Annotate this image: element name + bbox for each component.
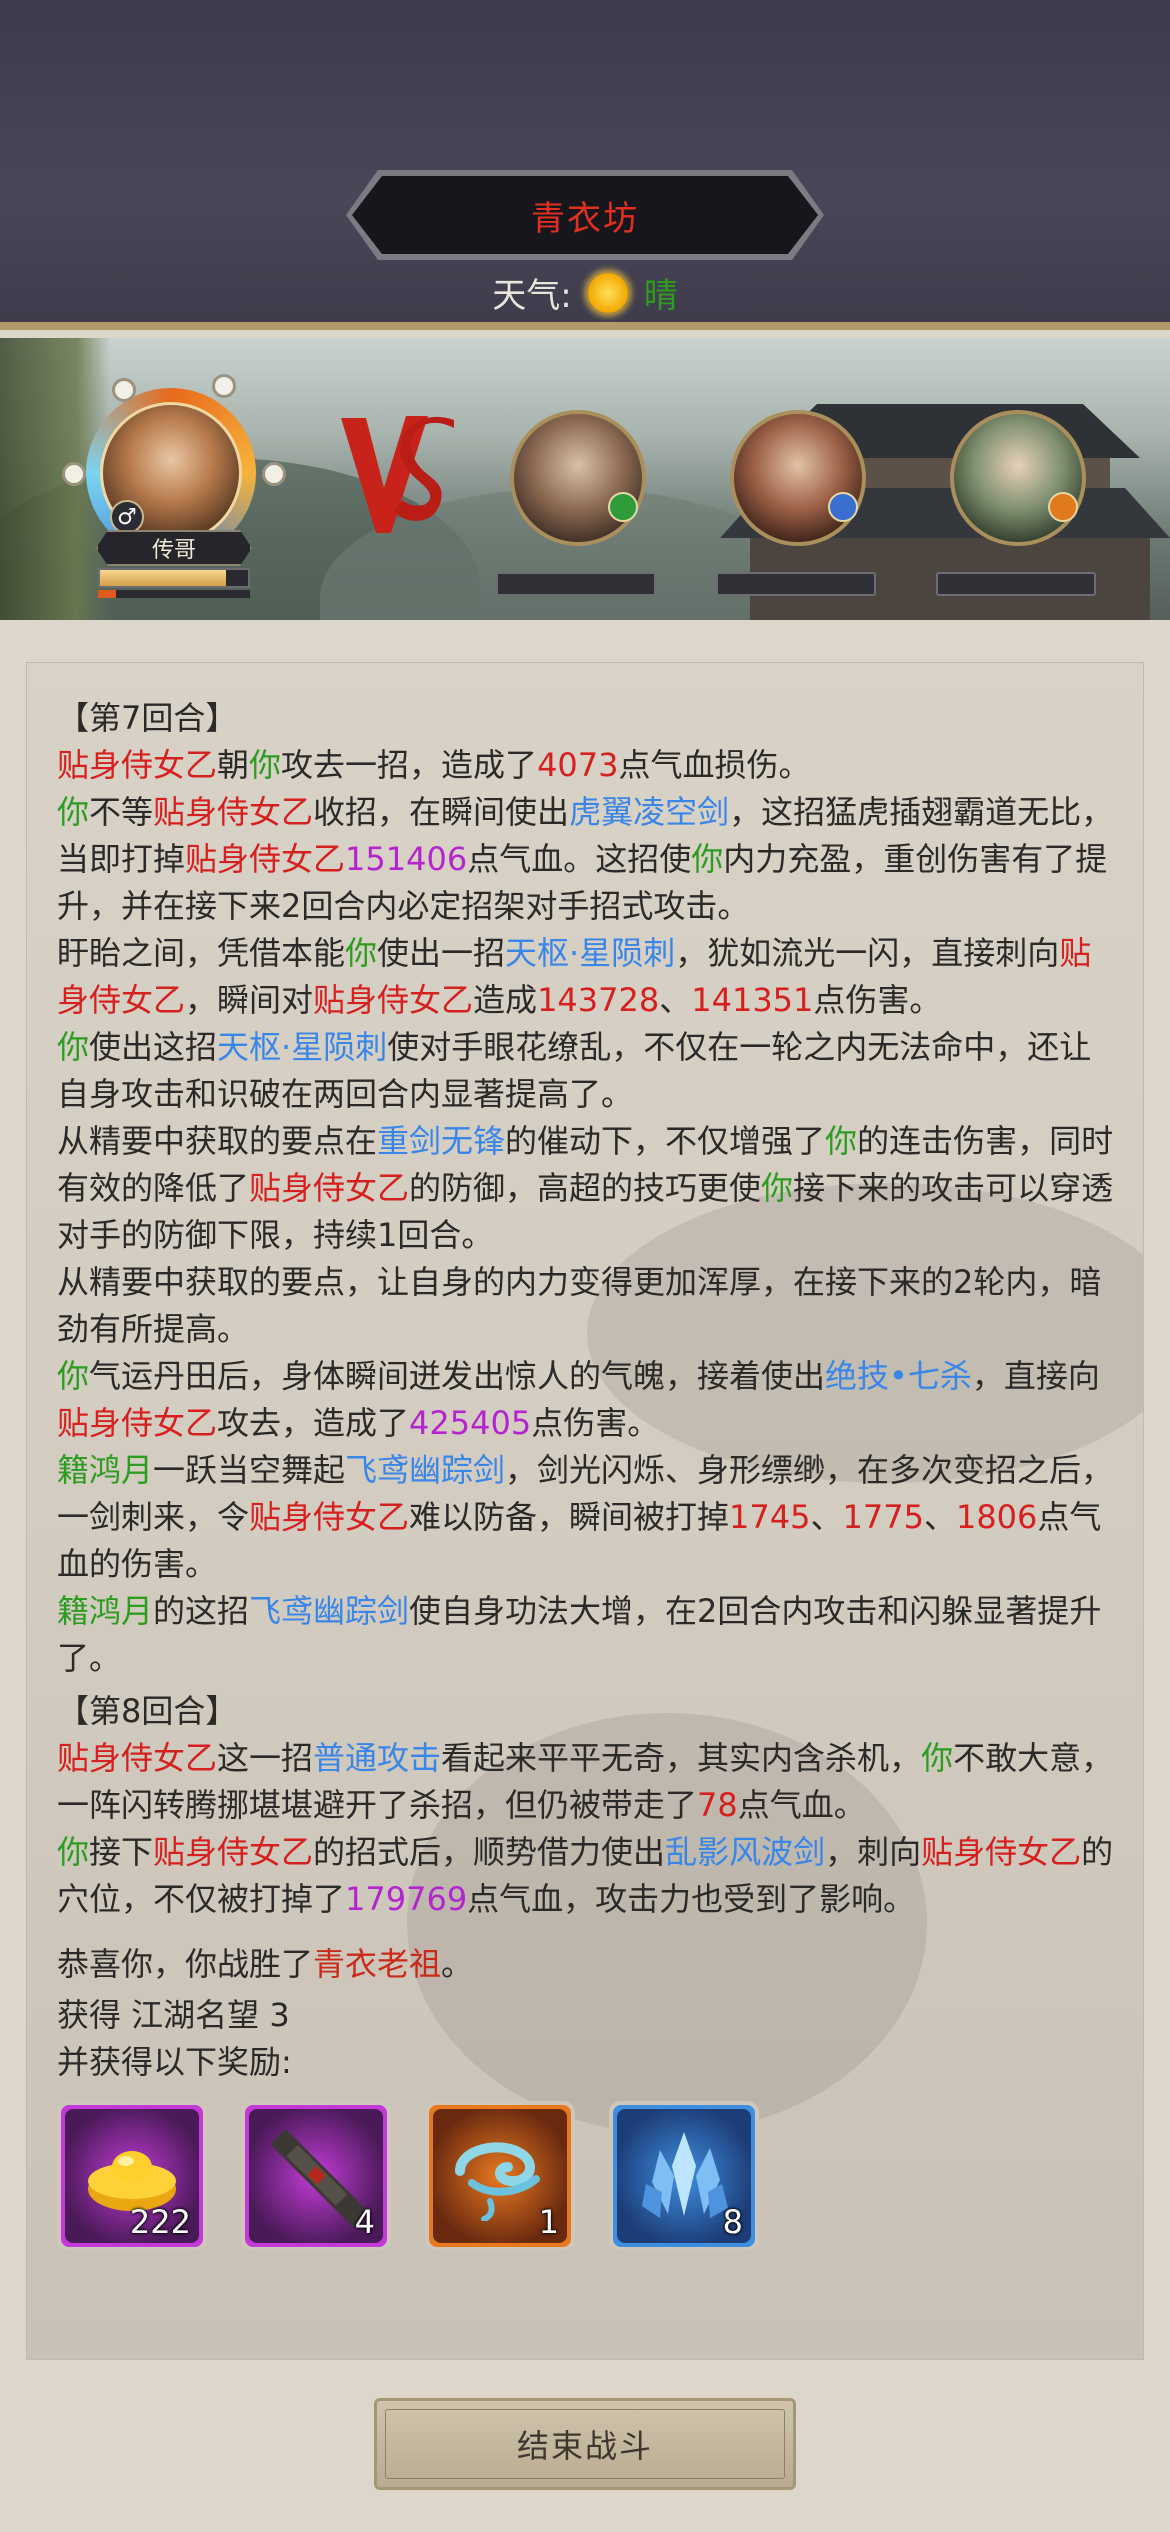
reward-item[interactable]: 8 [609,2101,759,2251]
log-entry: 贴身侍女乙朝你攻去一招，造成了4073点气血损伤。 [57,746,811,784]
enemy-class-badge-icon [608,492,638,522]
player-hp-fill [100,570,226,586]
reward-item[interactable]: 4 [241,2101,391,2251]
enemy-hp-bar [936,572,1096,596]
log-entry: 你气运丹田后，身体瞬间迸发出惊人的气魄，接着使出绝技•七杀，直接向贴身侍女乙攻去… [57,1357,1100,1442]
enemy-class-badge-icon [828,492,858,522]
cloud-swirl-icon [455,2142,540,2221]
reward-item[interactable]: 1 [425,2101,575,2251]
weather-row: 天气: 晴 [0,268,1170,317]
battle-log-text: 【第7回合】 贴身侍女乙朝你攻去一招，造成了4073点气血损伤。 你不等贴身侍女… [57,695,1121,2086]
reward-item[interactable]: 222 [57,2101,207,2251]
player-energy-fill [98,590,117,598]
log-entry: 你不等贴身侍女乙收招，在瞬间使出虎翼凌空剑，这招猛虎插翅霸道无比，当即打掉贴身侍… [57,793,1114,925]
location-title-plate: 青衣坊 [352,176,818,254]
header-divider [0,322,1170,330]
enemy-avatar[interactable] [730,410,866,546]
skill-node-icon [112,378,136,402]
skill-node-icon [212,374,236,398]
enemy-avatar[interactable] [950,410,1086,546]
location-title: 青衣坊 [531,198,639,239]
weather-value: 晴 [643,276,678,316]
log-entry: 从精要中获取的要点在重剑无锋的催动下，不仅增强了你的连击伤害，同时有效的降低了贴… [57,1122,1114,1254]
enemy-hp-bar [496,572,656,596]
reward-list: 222 4 1 8 [57,2101,759,2251]
battle-log-panel[interactable]: 【第7回合】 贴身侍女乙朝你攻去一招，造成了4073点气血损伤。 你不等贴身侍女… [26,662,1144,2360]
skill-node-icon [262,462,286,486]
fame-reward-text: 获得 江湖名望 3 [57,1996,290,2034]
enemy-class-badge-icon [1048,492,1078,522]
male-gender-icon: ♂ [110,500,144,534]
log-entry: 盱眙之间，凭借本能你使出一招天枢·星陨刺，犹如流光一闪，直接刺向贴身侍女乙，瞬间… [57,934,1092,1019]
skill-node-icon [62,462,86,486]
enemy-avatar[interactable] [510,410,646,546]
log-entry: 你使出这招天枢·星陨刺使对手眼花缭乱，不仅在一轮之内无法命中，还让自身攻击和识破… [57,1028,1092,1113]
log-entry: 籍鸿月一跃当空舞起飞鸢幽踪剑，剑光闪烁、身形缥缈，在多次变招之后，一剑刺来，令贴… [57,1451,1114,1583]
player-hp-bar [98,568,250,588]
vs-icon [341,416,454,533]
weather-label: 天气: [492,276,572,316]
round-heading: 【第8回合】 [57,1692,238,1730]
sun-icon [587,272,628,313]
round-heading: 【第7回合】 [57,699,238,737]
log-entry: 贴身侍女乙这一招普通攻击看起来平平无奇，其实内含杀机，你不敢大意，一阵闪转腾挪堪… [57,1739,1114,1824]
player-name: 传哥 [96,530,252,566]
crystal-cluster-icon [642,2132,728,2218]
log-entry: 从精要中获取的要点，让自身的内力变得更加浑厚，在接下来的2轮内，暗劲有所提高。 [57,1263,1102,1348]
rewards-label: 并获得以下奖励: [57,2043,292,2081]
victory-message: 恭喜你，你战胜了青衣老祖。 [57,1945,474,1983]
log-entry: 你接下贴身侍女乙的招式后，顺势借力使出乱影风波剑，刺向贴身侍女乙的穴位，不仅被打… [57,1833,1114,1918]
end-battle-button[interactable]: 结束战斗 [374,2398,796,2490]
player-energy-bar [98,590,250,598]
log-entry: 籍鸿月的这招飞鸢幽踪剑使自身功法大增，在2回合内攻击和闪躲显著提升了。 [57,1592,1102,1677]
enemy-hp-bar [716,572,876,596]
